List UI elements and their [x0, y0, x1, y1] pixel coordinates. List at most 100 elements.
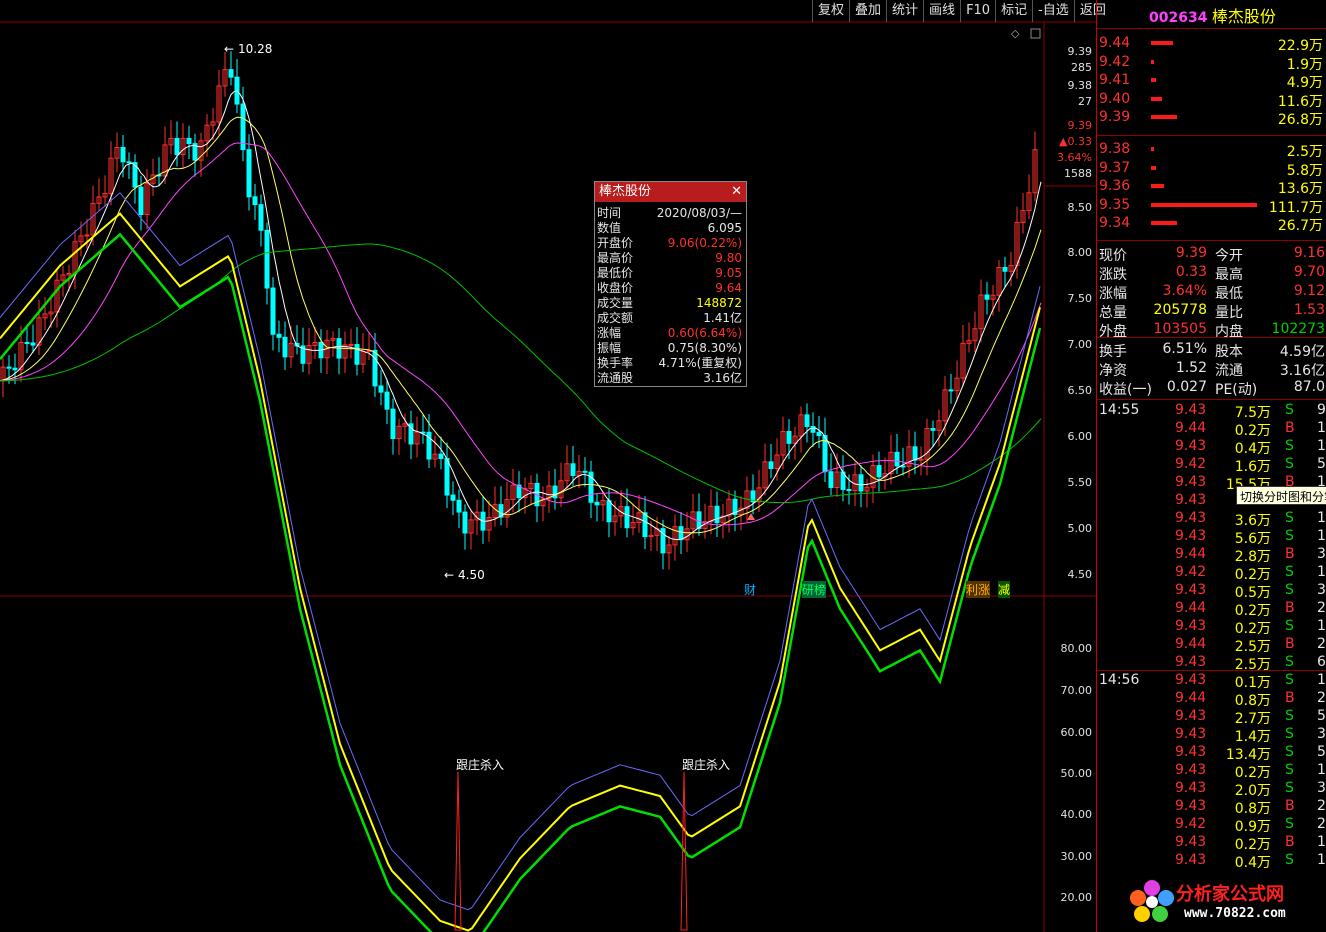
candle [120, 146, 126, 163]
event-mark-lizhang[interactable]: 利涨 [966, 581, 991, 598]
candle [228, 69, 234, 78]
quote-key: 量比 [1215, 305, 1243, 321]
candle [174, 137, 180, 156]
candle [276, 333, 282, 338]
order-book-row[interactable]: 9.36 13.6万 [1097, 178, 1326, 197]
tick-row: 9.43 5.6万 S 11 [1097, 528, 1326, 547]
order-book-row[interactable]: 9.42 1.9万 [1097, 54, 1326, 73]
indicator-axis-label: 70.00 [1060, 684, 1093, 697]
candle [858, 474, 864, 492]
svg-text:4.50: 4.50 [458, 568, 485, 582]
tick-price: 9.43 [1175, 762, 1207, 778]
order-volume: 5.8万 [1286, 162, 1323, 179]
candle [570, 463, 576, 476]
order-book-row[interactable]: 9.34 26.7万 [1097, 215, 1326, 234]
quote-key: 最高 [1215, 267, 1243, 283]
close-icon[interactable]: ✕ [731, 182, 742, 202]
toolbar-huaxian-button[interactable]: 画线 [923, 0, 960, 22]
tick-count: 1 [1317, 438, 1326, 454]
toolbar-diejia-button[interactable]: 叠加 [849, 0, 886, 22]
tick-count: 2 [1317, 816, 1326, 832]
price-axis-label: 7.50 [1067, 292, 1093, 305]
candle [846, 488, 852, 492]
order-book-row[interactable]: 9.40 11.6万 [1097, 91, 1326, 110]
toolbar-fuquan-button[interactable]: 复权 [812, 0, 849, 22]
order-volume: 22.9万 [1277, 38, 1323, 54]
candle [138, 186, 144, 216]
tooltip-value: 9.05 [715, 266, 742, 280]
candle [918, 458, 924, 461]
tick-count: 2 [1317, 798, 1326, 814]
tooltip-row: 成交量 148872 [595, 296, 746, 311]
order-volume: 11.6万 [1277, 93, 1323, 110]
quote-row: 涨跌 0.33 最高 9.70 [1097, 264, 1326, 283]
tooltip-key: 最高价 [597, 251, 634, 265]
tick-price: 9.43 [1175, 438, 1207, 454]
quote-value: 205778 [1153, 302, 1207, 318]
tick-count: 3 [1317, 582, 1326, 598]
event-mark-yanbang[interactable]: 研榜 [802, 581, 827, 598]
order-volume: 1.9万 [1286, 56, 1323, 73]
candle [810, 425, 816, 433]
event-mark-cai[interactable]: 财 [744, 581, 756, 598]
volume-bar [1151, 115, 1177, 120]
price-axis-label: 1588 [1064, 167, 1092, 180]
tick-side: S [1285, 744, 1294, 760]
tick-price: 9.43 [1175, 780, 1207, 796]
tooltip-value: 0.75(8.30%) [667, 341, 742, 355]
tick-price: 9.43 [1175, 726, 1207, 742]
volume-bar [1151, 59, 1154, 64]
tick-row: 9.42 0.9万 S 2 [1097, 816, 1326, 835]
price-axis-label: 3.64% [1057, 151, 1092, 164]
tick-side: B [1285, 546, 1295, 562]
signal-label-1: 跟庄杀入 [456, 758, 505, 772]
toolbar-f10-button[interactable]: F10 [960, 0, 995, 22]
tooltip-row: 数值 6.095 [595, 221, 746, 236]
quote-key: 净资 [1099, 363, 1127, 379]
tooltip-header[interactable]: 棒杰股份 ✕ [595, 182, 746, 202]
order-book-row[interactable]: 9.35 111.7万 [1097, 197, 1326, 216]
candle [768, 461, 774, 469]
tick-side: S [1285, 582, 1294, 598]
toolbar-tongji-button[interactable]: 统计 [886, 0, 923, 22]
chart-area[interactable]: ← 10.28 ← 4.50 ◇ 9.39 285 9.38 27 9.39 ▲0.33 3… [0, 0, 1096, 932]
candle [348, 344, 354, 347]
tick-volume: 0.9万 [1234, 819, 1271, 835]
tick-volume: 2.5万 [1234, 657, 1271, 673]
quote-key: 涨幅 [1099, 286, 1127, 302]
tick-volume: 1.6万 [1234, 459, 1271, 475]
order-book-row[interactable]: 9.37 5.8万 [1097, 160, 1326, 179]
tick-count: 2 [1317, 636, 1326, 652]
quote-value: 3.64% [1162, 283, 1207, 299]
event-mark-jian[interactable]: 减 [998, 581, 1011, 598]
toolbar-zixuan-button[interactable]: -自选 [1032, 0, 1074, 22]
quote-row: 总量 205778 量比 1.53 [1097, 302, 1326, 321]
price-axis-label: 9.38 [1067, 79, 1093, 92]
quote-key: 现价 [1099, 248, 1127, 264]
restore-icon[interactable] [1030, 28, 1041, 39]
tick-row: 9.43 2.7万 S 5 [1097, 708, 1326, 727]
data-tooltip-window[interactable]: 棒杰股份 ✕ 时间 2020/08/03/— 数值 6.095 开盘价 9.06(0.22… [594, 181, 747, 387]
tooltip-row: 收盘价 9.64 [595, 281, 746, 296]
tick-row: 9.43 1.4万 S 3 [1097, 726, 1326, 745]
tick-side: S [1285, 402, 1294, 418]
order-book-row[interactable]: 9.44 22.9万 [1097, 35, 1326, 54]
tick-volume: 0.2万 [1234, 567, 1271, 583]
tick-row: 9.43 3.6万 S 1 [1097, 510, 1326, 529]
toolbar-biaoji-button[interactable]: 标记 [995, 0, 1032, 22]
tick-price: 9.44 [1175, 690, 1207, 706]
tick-count: 1 [1317, 672, 1326, 688]
order-book-row[interactable]: 9.39 26.8万 [1097, 109, 1326, 128]
order-book-row[interactable]: 9.41 4.9万 [1097, 72, 1326, 91]
order-book-row[interactable]: 9.38 2.5万 [1097, 141, 1326, 160]
diamond-icon[interactable]: ◇ [1011, 27, 1020, 40]
volume-bar [1151, 78, 1156, 83]
tick-row: 9.43 7.5万 S 9 [1097, 402, 1326, 421]
tick-side: S [1285, 816, 1294, 832]
kline-chart[interactable]: ← 10.28 ← 4.50 ◇ [0, 0, 1096, 932]
candle [462, 511, 468, 534]
candle [126, 161, 132, 164]
tick-price: 9.43 [1175, 798, 1207, 814]
volume-bar [1151, 221, 1177, 226]
tooltip-value: 2020/08/03/— [656, 206, 742, 220]
